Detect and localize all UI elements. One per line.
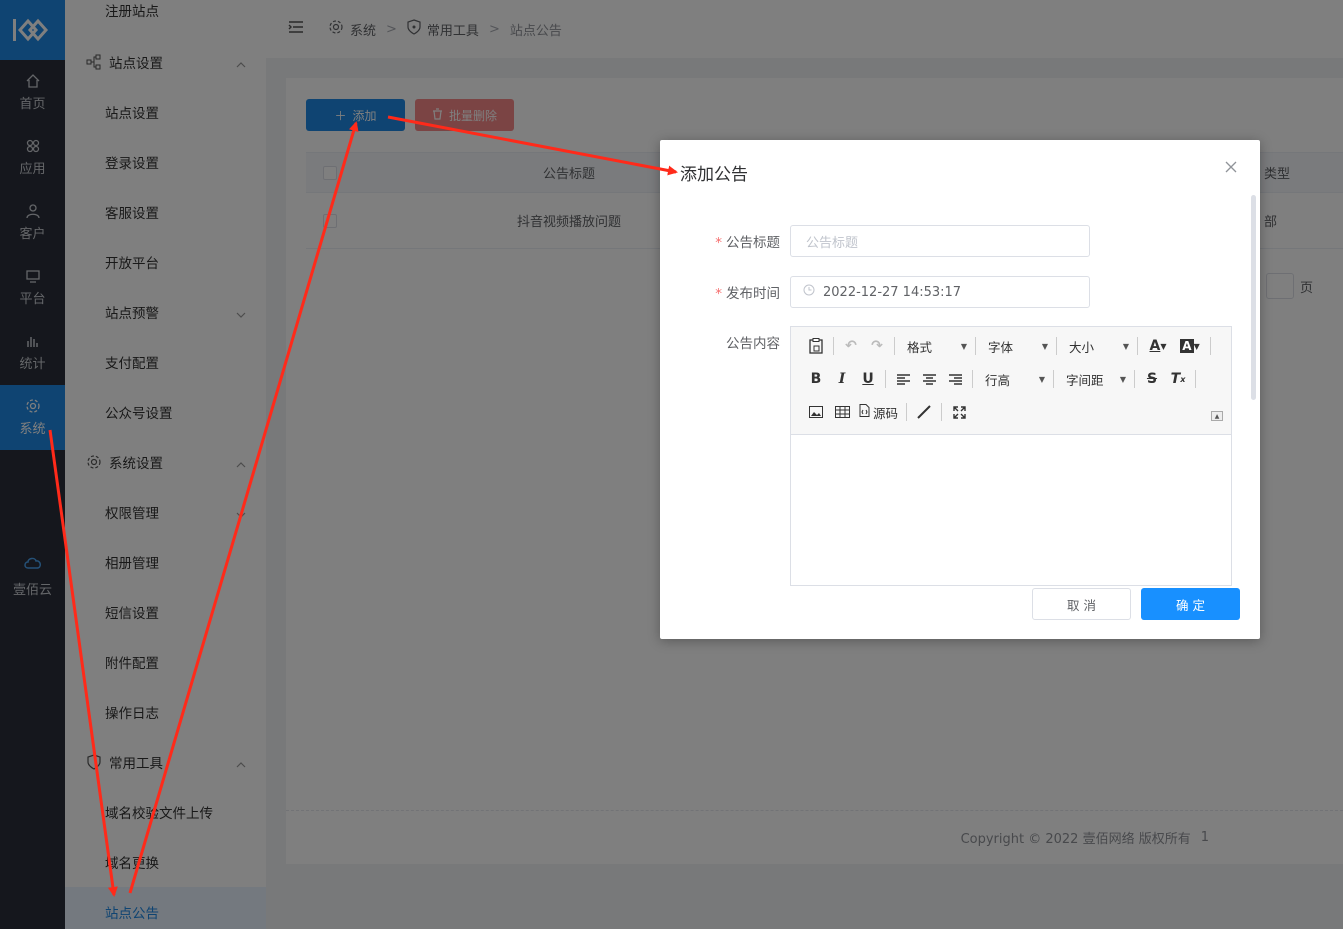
- cancel-button[interactable]: 取 消: [1032, 588, 1131, 620]
- line-height-select[interactable]: 行高 ▼: [977, 368, 1049, 390]
- align-right-icon[interactable]: [942, 368, 968, 390]
- table-icon[interactable]: [829, 401, 855, 423]
- source-code-button[interactable]: 源码: [855, 403, 902, 422]
- letter-spacing-select[interactable]: 字间距 ▼: [1058, 368, 1130, 390]
- toolbar-collapse-icon[interactable]: ▲: [1211, 411, 1223, 421]
- form-row-time: * 发布时间 2022-12-27 14:53:17: [660, 276, 1090, 308]
- undo-icon[interactable]: ↶: [838, 335, 864, 357]
- required-mark: *: [715, 235, 722, 251]
- fullscreen-icon[interactable]: [946, 401, 972, 423]
- form-row-content: 公告内容: [660, 332, 790, 352]
- font-color-icon[interactable]: A ▼: [1142, 335, 1174, 357]
- format-painter-icon[interactable]: [911, 401, 937, 423]
- dialog-scrollbar[interactable]: [1251, 195, 1256, 400]
- add-notice-dialog: 添加公告 * 公告标题 公告标题 * 发布时间 2022-12-27 14:53:1…: [660, 140, 1260, 639]
- underline-icon[interactable]: U: [855, 368, 881, 390]
- size-select[interactable]: 大小 ▼: [1061, 335, 1133, 357]
- image-icon[interactable]: [803, 401, 829, 423]
- clear-format-icon[interactable]: Tx: [1165, 368, 1191, 390]
- form-row-title: * 公告标题 公告标题: [660, 225, 1090, 257]
- format-select[interactable]: 格式 ▼: [899, 335, 971, 357]
- align-left-icon[interactable]: [890, 368, 916, 390]
- form-label-title: 公告标题: [726, 235, 780, 251]
- align-center-icon[interactable]: [916, 368, 942, 390]
- redo-icon[interactable]: ↷: [864, 335, 890, 357]
- font-select[interactable]: 字体 ▼: [980, 335, 1052, 357]
- notice-title-input[interactable]: 公告标题: [790, 225, 1090, 257]
- strikethrough-icon[interactable]: S: [1139, 368, 1165, 390]
- clock-icon: [803, 284, 815, 300]
- form-label-content: 公告内容: [726, 336, 780, 352]
- publish-time-picker[interactable]: 2022-12-27 14:53:17: [790, 276, 1090, 308]
- dialog-title: 添加公告: [680, 165, 748, 185]
- editor-toolbar: ↶ ↷ 格式 ▼ 字体 ▼ 大小 ▼ A ▼ A ▼ B I U 行高 ▼ 字间…: [791, 327, 1231, 435]
- code-file-icon: [859, 404, 870, 420]
- required-mark: *: [715, 286, 722, 302]
- form-label-time: 发布时间: [726, 286, 780, 302]
- close-icon[interactable]: [1224, 160, 1238, 174]
- confirm-button[interactable]: 确 定: [1141, 588, 1240, 620]
- background-color-icon[interactable]: A ▼: [1174, 335, 1206, 357]
- paste-icon[interactable]: [803, 335, 829, 357]
- bold-icon[interactable]: B: [803, 368, 829, 390]
- rich-text-editor: ↶ ↷ 格式 ▼ 字体 ▼ 大小 ▼ A ▼ A ▼ B I U 行高 ▼ 字间…: [790, 326, 1232, 586]
- italic-icon[interactable]: I: [829, 368, 855, 390]
- editor-content-area[interactable]: [791, 435, 1231, 585]
